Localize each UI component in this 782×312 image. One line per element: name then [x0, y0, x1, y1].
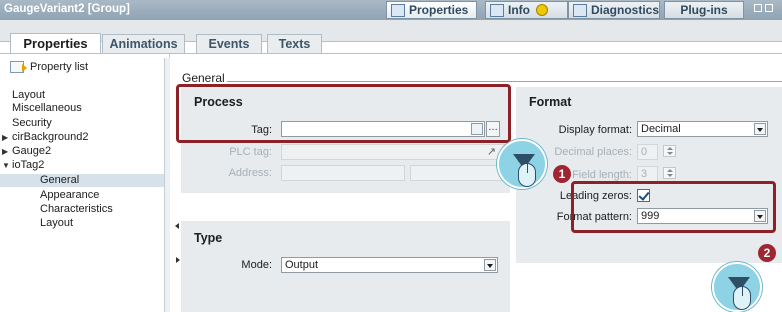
click-callout-2 — [712, 262, 762, 312]
collapsed-arrow-icon[interactable]: ▶ — [2, 133, 12, 142]
restore-icon[interactable] — [754, 4, 762, 12]
info-icon — [490, 3, 504, 17]
sidebar-item-layout[interactable]: Layout — [0, 217, 165, 230]
decimal-places-field: 0 — [637, 144, 658, 160]
sidebar-item-label: ioTag2 — [12, 159, 45, 171]
sidebar-item-label: General — [40, 174, 80, 186]
tab-info-top[interactable]: Info — [485, 1, 568, 19]
chevron-down-icon[interactable] — [484, 259, 496, 271]
expanded-arrow-icon[interactable]: ▼ — [2, 161, 12, 170]
field-length-spinner-icon — [663, 167, 676, 179]
tab-plugins-top[interactable]: Plug-ins — [664, 1, 744, 19]
diagnostics-icon — [573, 3, 587, 17]
plc-tag-label: PLC tag: — [229, 146, 272, 158]
tab-label: Plug-ins — [680, 3, 728, 17]
tab-texts[interactable]: Texts — [267, 34, 322, 53]
tab-events[interactable]: Events — [196, 34, 262, 53]
format-title: Format — [529, 95, 572, 109]
section-title: General — [182, 71, 225, 85]
chevron-down-icon[interactable] — [754, 123, 766, 135]
click-callout-1 — [497, 139, 547, 189]
sidebar-item-appearance[interactable]: Appearance — [0, 189, 165, 202]
tab-label: Properties — [409, 3, 469, 17]
sidebar-item-label: cirBackground2 — [12, 131, 89, 143]
sidebar-item-miscellaneous[interactable]: Miscellaneous — [0, 102, 165, 115]
sidebar-item-label: Miscellaneous — [12, 102, 82, 114]
display-format-select[interactable]: Decimal — [637, 121, 768, 137]
sidebar-item-label: Layout — [12, 89, 46, 101]
tab-label: Info — [508, 3, 530, 17]
sidebar-item-label: Layout — [40, 217, 74, 229]
address-detail-field — [410, 165, 507, 181]
pane-splitter[interactable] — [164, 58, 170, 312]
expand-right-icon[interactable] — [176, 257, 180, 263]
sidebar-item-label: Security — [12, 117, 52, 129]
property-list-label: Property list — [30, 61, 89, 73]
mouse-icon — [733, 286, 751, 310]
collapsed-arrow-icon[interactable]: ▶ — [2, 147, 12, 156]
window-title: GaugeVariant2 [Group] — [4, 3, 130, 15]
sidebar-item-gauge2[interactable]: ▶ Gauge2 — [0, 145, 165, 158]
mode-value: Output — [285, 259, 319, 271]
display-format-label: Display format: — [558, 124, 632, 136]
sidebar-item-label: Appearance — [40, 189, 100, 201]
tab-label: Diagnostics — [590, 3, 659, 17]
callout-number-2: 2 — [758, 244, 776, 262]
mode-select[interactable]: Output — [281, 257, 498, 273]
sidebar-item-cirbackground2[interactable]: ▶ cirBackground2 — [0, 131, 165, 144]
tab-properties-top[interactable]: Properties — [386, 1, 477, 19]
maximize-icon[interactable] — [765, 4, 773, 12]
display-format-value: Decimal — [641, 123, 681, 135]
address-field — [281, 165, 405, 181]
sidebar-item-label: Gauge2 — [12, 145, 52, 157]
sidebar-item-label: Characteristics — [40, 203, 113, 215]
property-list-icon — [10, 61, 27, 73]
tab-animations[interactable]: Animations — [102, 34, 185, 53]
mode-label: Mode: — [241, 259, 272, 271]
sidebar-item-layout[interactable]: Layout — [0, 89, 165, 102]
property-list-header[interactable]: Property list — [10, 60, 88, 74]
collapse-left-icon[interactable] — [175, 223, 179, 229]
field-length-field: 3 — [637, 166, 658, 182]
sidebar-item-security[interactable]: Security — [0, 117, 165, 130]
format-highlight-frame — [571, 181, 776, 233]
decimal-places-spinner-icon — [663, 145, 676, 157]
type-title: Type — [194, 231, 223, 245]
sidebar-item-general[interactable]: General — [0, 174, 165, 187]
process-highlight-frame — [176, 84, 511, 143]
plc-tag-field: ↗ — [281, 144, 507, 160]
tab-diagnostics-top[interactable]: Diagnostics — [568, 1, 660, 19]
tab-properties[interactable]: Properties — [10, 33, 101, 53]
sidebar-item-iotag2[interactable]: ▼ ioTag2 — [0, 159, 165, 172]
mouse-icon — [518, 163, 536, 187]
decimal-places-label: Decimal places: — [554, 146, 632, 158]
window-controls[interactable] — [754, 4, 778, 16]
properties-icon — [391, 3, 405, 17]
callout-number-1: 1 — [553, 165, 571, 183]
address-label: Address: — [228, 167, 272, 179]
connect-icon: ↗ — [486, 146, 496, 158]
info-badge-icon — [536, 4, 548, 16]
section-divider — [227, 81, 782, 82]
sidebar-item-characteristics[interactable]: Characteristics — [0, 203, 165, 216]
